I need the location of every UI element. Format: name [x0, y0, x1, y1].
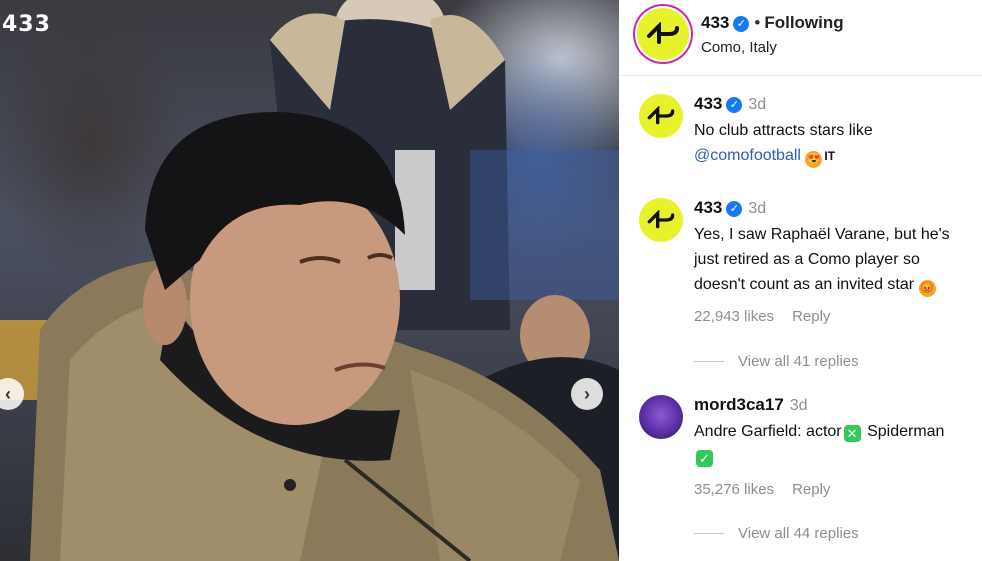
comment-time: 3d [748, 200, 767, 217]
chevron-right-icon[interactable]: › [571, 378, 603, 410]
user-avatar[interactable] [639, 395, 683, 439]
replies-divider [694, 361, 724, 362]
comment-text: Yes, I saw Raphaël Varane, but he's just… [694, 222, 982, 297]
post-header: 433 ✓ • Following Como, Italy [619, 0, 982, 76]
comment-text-segment: Spiderman [867, 423, 945, 440]
comments-panel: 433 ✓ • Following Como, Italy 433 ✓ 3d No clu… [619, 0, 982, 561]
following-button[interactable]: Following [764, 13, 843, 32]
comment-text-segment: Andre Garfield: actor [694, 423, 842, 440]
replies-divider [694, 533, 724, 534]
italy-flag-text: IT [824, 149, 836, 163]
comment-username[interactable]: mord3ca17 [694, 395, 784, 414]
view-replies-button[interactable]: View all 44 replies [694, 525, 859, 542]
433-watermark: 433 [2, 12, 51, 37]
433-logo-icon[interactable] [639, 198, 683, 242]
comment-text-line: No club attracts stars like [694, 122, 873, 139]
433-logo-icon[interactable] [637, 8, 689, 60]
comment-text: No club attracts stars like @comofootbal… [694, 118, 982, 169]
comment-likes[interactable]: 35,276 likes [694, 481, 774, 498]
view-replies-button[interactable]: View all 41 replies [694, 353, 859, 370]
comment-likes[interactable]: 22,943 likes [694, 308, 774, 325]
comment-text-line: Yes, I saw Raphaël Varane, but he's [694, 226, 950, 243]
header-line: 433 ✓ • Following [701, 13, 844, 33]
comment-meta: 35,276 likes Reply [694, 481, 848, 498]
comment-time: 3d [789, 397, 808, 414]
check-mark-emoji-icon: ✓ [696, 450, 713, 467]
heart-eyes-emoji-icon: 😍 [805, 151, 823, 168]
verified-badge-icon: ✓ [733, 16, 750, 32]
view-replies-label: View all 44 replies [738, 525, 859, 542]
comment-username[interactable]: 433 [694, 198, 722, 217]
reply-button[interactable]: Reply [792, 481, 830, 498]
comment-time: 3d [748, 96, 767, 113]
separator-dot: • [754, 13, 761, 32]
cross-mark-emoji-icon: ✕ [843, 425, 861, 442]
comment-meta: 22,943 likes Reply [694, 308, 848, 325]
433-logo-icon[interactable] [639, 94, 683, 138]
comment-text-line: just retired as a Como player so [694, 251, 920, 268]
post-photo[interactable]: 433 ‹ › [0, 0, 619, 561]
photo-illustration [0, 0, 619, 561]
verified-badge-icon: ✓ [726, 97, 743, 113]
verified-badge-icon: ✓ [726, 201, 743, 217]
comment-header: 433 ✓ 3d [694, 94, 766, 114]
comment-text: Andre Garfield: actor ✕ Spiderman ✓ [694, 419, 982, 469]
post-location[interactable]: Como, Italy [701, 39, 777, 56]
comment-username[interactable]: 433 [694, 94, 722, 113]
angry-face-emoji-icon: 😡 [918, 280, 936, 297]
post-author-username[interactable]: 433 [701, 13, 729, 32]
mention-link[interactable]: @comofootball [694, 147, 801, 164]
comment-header: 433 ✓ 3d [694, 198, 766, 218]
comment-text-line: doesn't count as an invited star [694, 276, 915, 293]
view-replies-label: View all 41 replies [738, 353, 859, 370]
reply-button[interactable]: Reply [792, 308, 830, 325]
comment-header: mord3ca17 3d [694, 395, 808, 415]
